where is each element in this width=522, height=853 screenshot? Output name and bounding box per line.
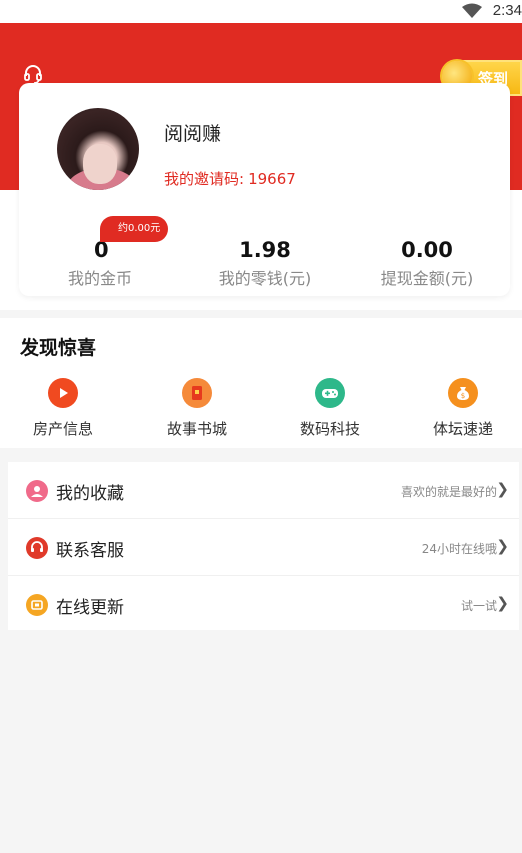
discover-item-label: 故事书城 bbox=[166, 420, 227, 438]
stat-coins[interactable]: 0 我的金币 bbox=[25, 237, 175, 289]
discover-title: 发现惊喜 bbox=[20, 337, 97, 359]
invite-code-value: 19667 bbox=[248, 170, 296, 188]
menu-item-title: 在线更新 bbox=[56, 598, 124, 618]
menu-item-update[interactable]: 在线更新 试一试 ❯ bbox=[8, 576, 519, 632]
coin-estimate-badge: 约0.00元 bbox=[100, 216, 169, 242]
discover-item-bookstore[interactable]: 故事书城 bbox=[147, 378, 247, 439]
status-time: 2:34 bbox=[492, 2, 522, 19]
chevron-right-icon: ❯ bbox=[496, 594, 509, 612]
svg-text:$: $ bbox=[461, 392, 465, 400]
status-bar: 2:34 bbox=[0, 0, 522, 23]
menu-list: 我的收藏 喜欢的就是最好的 ❯ 联系客服 24小时在线哦 ❯ 在线更新 试一试 … bbox=[8, 462, 519, 630]
stat-change[interactable]: 1.98 我的零钱(元) bbox=[190, 237, 340, 289]
menu-item-title: 联系客服 bbox=[56, 541, 124, 561]
favorite-icon bbox=[26, 480, 48, 502]
play-icon bbox=[48, 378, 78, 408]
change-value: 1.98 bbox=[239, 238, 291, 262]
menu-item-favorites[interactable]: 我的收藏 喜欢的就是最好的 ❯ bbox=[8, 462, 519, 519]
customer-service-icon bbox=[26, 537, 48, 559]
discover-item-label: 体坛速递 bbox=[432, 420, 493, 438]
withdraw-value: 0.00 bbox=[401, 238, 453, 262]
change-label: 我的零钱(元) bbox=[218, 269, 312, 288]
invite-label: 我的邀请码: bbox=[164, 170, 245, 188]
discover-item-label: 房产信息 bbox=[32, 420, 93, 438]
discover-item-digital[interactable]: 数码科技 bbox=[280, 378, 380, 439]
book-icon bbox=[182, 378, 212, 408]
discover-item-sports[interactable]: $ 体坛速递 bbox=[413, 378, 513, 439]
update-icon bbox=[26, 594, 48, 616]
menu-item-title: 我的收藏 bbox=[56, 484, 124, 504]
headset-icon[interactable] bbox=[22, 63, 44, 85]
discover-item-label: 数码科技 bbox=[299, 420, 360, 438]
chevron-right-icon: ❯ bbox=[496, 537, 509, 555]
chevron-right-icon: ❯ bbox=[496, 480, 509, 498]
menu-item-hint: 试一试 bbox=[460, 599, 497, 613]
coins-label: 我的金币 bbox=[67, 269, 132, 288]
avatar[interactable] bbox=[57, 108, 139, 190]
discover-section: 发现惊喜 房产信息 故事书城 数码科技 $ 体坛速递 bbox=[0, 318, 522, 448]
stat-withdraw[interactable]: 0.00 提现金额(元) bbox=[352, 237, 502, 289]
menu-item-hint: 喜欢的就是最好的 bbox=[400, 485, 497, 499]
username: 阅阅赚 bbox=[164, 123, 222, 145]
profile-card: 阅阅赚 我的邀请码: 19667 0 我的金币 约0.00元 1.98 我的零钱(… bbox=[19, 83, 510, 296]
gamepad-icon bbox=[315, 378, 345, 408]
menu-item-hint: 24小时在线哦 bbox=[421, 542, 497, 556]
discover-item-realestate[interactable]: 房产信息 bbox=[13, 378, 113, 439]
withdraw-label: 提现金额(元) bbox=[380, 269, 474, 288]
wifi-icon bbox=[462, 3, 482, 23]
menu-item-customer-service[interactable]: 联系客服 24小时在线哦 ❯ bbox=[8, 519, 519, 576]
moneybag-icon: $ bbox=[448, 378, 478, 408]
invite-code[interactable]: 我的邀请码: 19667 bbox=[164, 168, 296, 189]
